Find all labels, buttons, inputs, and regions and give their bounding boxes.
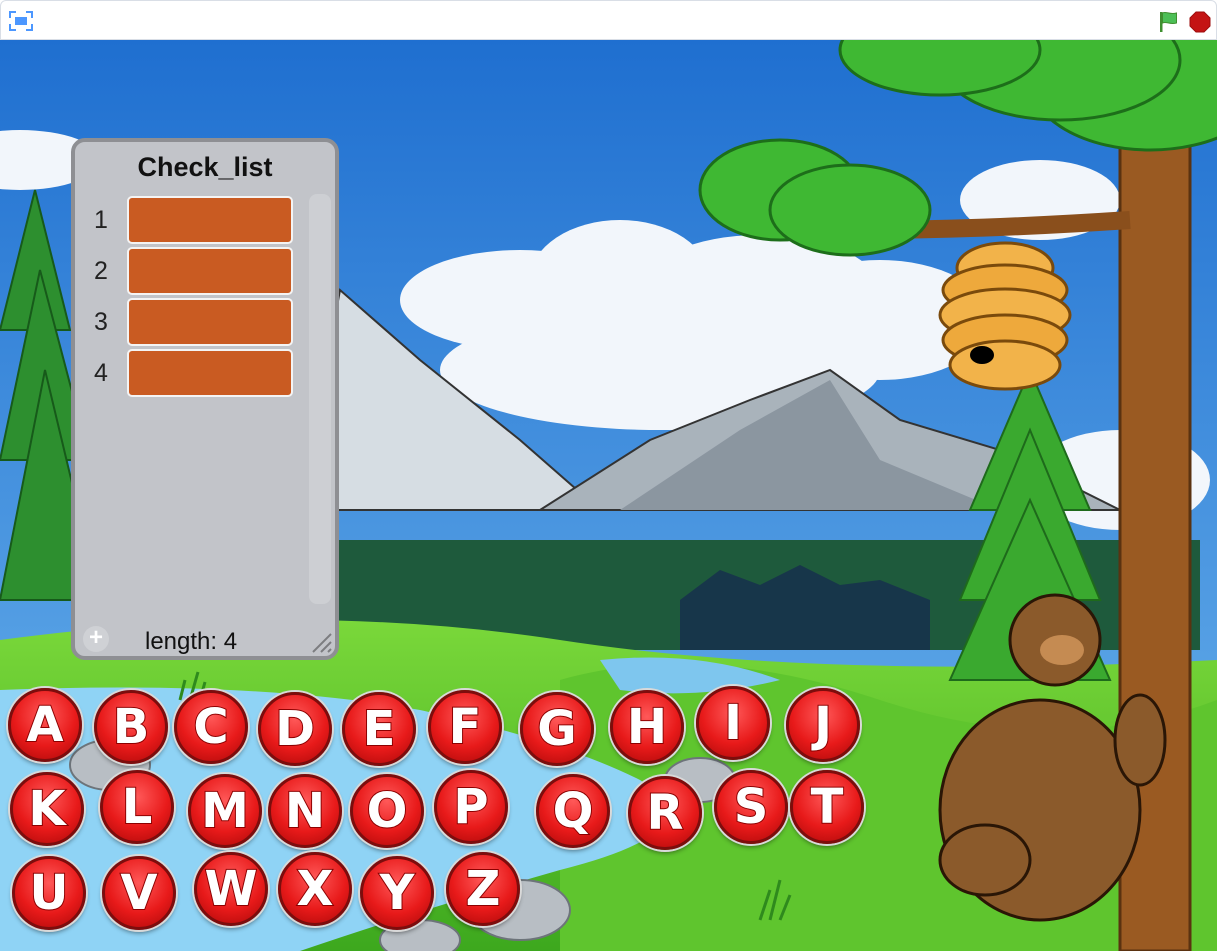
list-item-value[interactable] [127, 196, 293, 244]
list-item: 4 [75, 349, 301, 397]
letter-button-d[interactable]: D [258, 692, 332, 766]
stop-sign-icon[interactable] [1189, 11, 1211, 33]
letter-label: I [723, 694, 743, 752]
letter-button-n[interactable]: N [268, 774, 342, 848]
list-item-index: 3 [94, 308, 108, 336]
list-item-value[interactable] [127, 247, 293, 295]
letter-button-a[interactable]: A [8, 688, 82, 762]
letter-button-m[interactable]: M [188, 774, 262, 848]
letter-label: E [362, 700, 397, 758]
letter-label: O [366, 782, 409, 840]
letter-label: Z [465, 860, 502, 918]
letter-button-t[interactable]: T [790, 770, 864, 844]
list-item-value[interactable] [127, 349, 293, 397]
letter-label: X [295, 860, 334, 918]
letter-label: M [200, 782, 250, 840]
list-item-index: 1 [94, 206, 108, 234]
letter-label: T [810, 778, 845, 836]
letter-button-h[interactable]: H [610, 690, 684, 764]
letter-label: C [192, 698, 229, 756]
letter-label: P [452, 778, 489, 836]
letter-label: F [448, 698, 483, 756]
letter-button-v[interactable]: V [102, 856, 176, 930]
letter-label: D [274, 700, 316, 758]
letter-label: L [121, 778, 154, 836]
letter-label: A [25, 696, 64, 754]
letter-button-k[interactable]: K [10, 772, 84, 846]
letter-button-u[interactable]: U [12, 856, 86, 930]
letter-button-w[interactable]: W [194, 852, 268, 926]
list-title: Check_list [137, 152, 273, 182]
letter-label: R [646, 784, 685, 842]
list-item: 3 [75, 298, 301, 346]
letter-button-x[interactable]: X [278, 852, 352, 926]
check-list-monitor: Check_list 1 2 3 4 + length: 4 [71, 138, 339, 660]
letter-label: Q [552, 782, 595, 840]
list-item-index: 2 [94, 257, 108, 285]
letter-button-s[interactable]: S [714, 770, 788, 844]
letter-button-f[interactable]: F [428, 690, 502, 764]
list-item: 1 [75, 196, 301, 244]
add-item-button[interactable]: + [83, 626, 109, 652]
letter-label: H [626, 698, 668, 756]
list-item-value[interactable] [127, 298, 293, 346]
letter-button-o[interactable]: O [350, 774, 424, 848]
fullscreen-icon[interactable] [7, 9, 35, 33]
letter-button-y[interactable]: Y [360, 856, 434, 930]
letter-button-j[interactable]: J [786, 688, 860, 762]
letter-label: G [536, 700, 577, 758]
letter-button-l[interactable]: L [100, 770, 174, 844]
letter-button-r[interactable]: R [628, 776, 702, 850]
letter-label: B [112, 698, 151, 756]
list-length-label: length: 4 [145, 628, 238, 655]
letter-button-c[interactable]: C [174, 690, 248, 764]
letter-label: J [813, 696, 833, 754]
letter-label: V [119, 864, 158, 922]
list-scrollbar[interactable] [309, 194, 331, 604]
letter-button-e[interactable]: E [342, 692, 416, 766]
letter-button-b[interactable]: B [94, 690, 168, 764]
letter-label: K [27, 780, 66, 838]
green-flag-icon[interactable] [1157, 10, 1181, 34]
list-item-index: 4 [94, 359, 108, 387]
letter-label: N [284, 782, 326, 840]
letter-label: S [733, 778, 770, 836]
letter-label: W [204, 860, 259, 918]
letter-button-p[interactable]: P [434, 770, 508, 844]
letter-button-z[interactable]: Z [446, 852, 520, 926]
letter-button-q[interactable]: Q [536, 774, 610, 848]
letter-label: U [29, 864, 70, 922]
stage-toolbar [0, 0, 1217, 40]
resize-handle-icon[interactable] [307, 628, 333, 654]
letter-label: Y [379, 864, 416, 922]
list-item: 2 [75, 247, 301, 295]
letter-button-g[interactable]: G [520, 692, 594, 766]
letter-button-i[interactable]: I [696, 686, 770, 760]
stage[interactable]: Check_list 1 2 3 4 + length: 4 ABCDEFGHI… [0, 40, 1217, 951]
